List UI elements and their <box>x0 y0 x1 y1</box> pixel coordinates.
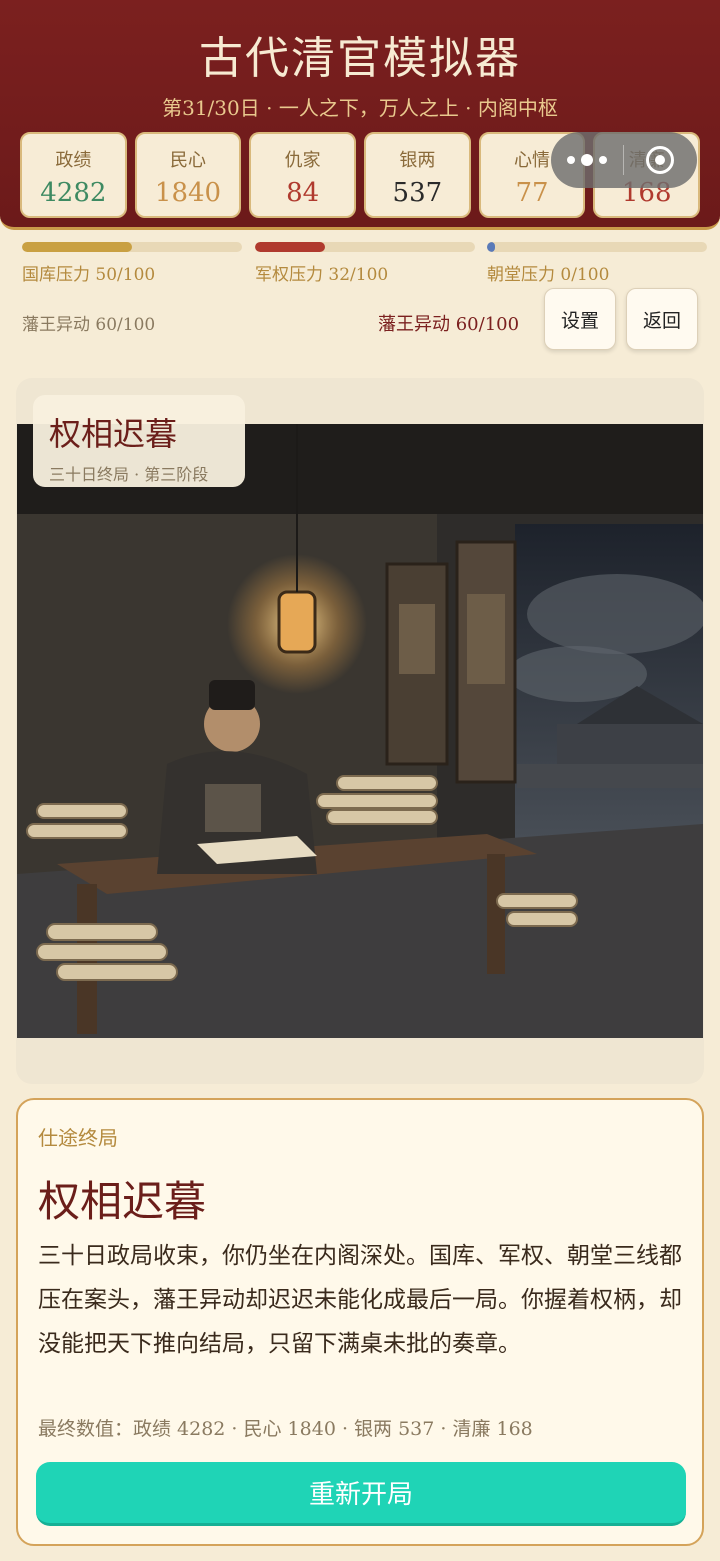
stat-label: 仇家 <box>284 150 321 171</box>
back-button[interactable]: 返回 <box>626 288 698 350</box>
final-stats: 最终数值：政绩 4282 · 民心 1840 · 银两 537 · 清廉 168 <box>38 1418 533 1440</box>
military-pressure: 军权压力 32/100 <box>255 242 475 285</box>
stat-label: 银两 <box>399 150 436 171</box>
rebel-status-right: 藩王异动 60/100 <box>378 314 520 335</box>
pressure-fill <box>255 242 326 252</box>
stat-value: 4282 <box>40 178 107 208</box>
restart-button[interactable]: 重新开局 <box>36 1462 686 1526</box>
more-dots-icon[interactable] <box>551 132 623 188</box>
treasury-pressure: 国库压力 50/100 <box>22 242 242 285</box>
app-title: 古代清官模拟器 <box>199 33 521 84</box>
day-subtitle: 第31/30日 · 一人之下，万人之上 · 内阁中枢 <box>162 96 558 120</box>
scene-drawing <box>17 424 703 1038</box>
pressure-track <box>22 242 242 252</box>
pressure-label: 朝堂压力 0/100 <box>487 265 610 285</box>
stat-silver: 银两 537 <box>364 132 471 218</box>
scene-title: 权相迟暮 <box>49 415 178 453</box>
pressure-fill <box>487 242 495 252</box>
ending-title: 权相迟暮 <box>38 1177 207 1226</box>
stat-label: 政绩 <box>55 150 92 171</box>
ending-kicker: 仕途终局 <box>38 1126 118 1150</box>
stat-label: 民心 <box>170 150 206 171</box>
stat-value: 84 <box>286 178 320 208</box>
pressure-label: 军权压力 32/100 <box>255 265 389 285</box>
stat-value: 1840 <box>154 178 222 208</box>
stat-achievement: 政绩 4282 <box>20 132 127 218</box>
ending-card: 仕途终局 权相迟暮 三十日政局收束，你仍坐在内阁深处。国库、军权、朝堂三线都压在… <box>16 1098 704 1546</box>
close-miniprogram-icon[interactable] <box>624 132 696 188</box>
pressure-track <box>487 242 707 252</box>
stat-value: 537 <box>392 178 443 208</box>
ending-body: 三十日政局收束，你仍坐在内阁深处。国库、军权、朝堂三线都压在案头，藩王异动却迟迟… <box>38 1243 682 1357</box>
scene-tag: 权相迟暮 三十日终局 · 第三阶段 <box>33 395 245 487</box>
court-pressure: 朝堂压力 0/100 <box>487 242 707 285</box>
settings-button[interactable]: 设置 <box>544 288 616 350</box>
header-bar: 古代清官模拟器 第31/30日 · 一人之下，万人之上 · 内阁中枢 政绩 42… <box>0 0 720 230</box>
rebel-status-left: 藩王异动 60/100 <box>22 315 156 335</box>
pressure-label: 国库压力 50/100 <box>22 265 156 285</box>
scene-stage: 三十日终局 · 第三阶段 <box>49 465 209 484</box>
stat-popularity: 民心 1840 <box>134 132 242 218</box>
pressure-track <box>255 242 475 252</box>
stat-enemies: 仇家 84 <box>249 132 357 218</box>
miniprogram-capsule <box>551 132 697 188</box>
scene-illustration <box>17 424 703 1038</box>
pressure-fill <box>22 242 132 252</box>
